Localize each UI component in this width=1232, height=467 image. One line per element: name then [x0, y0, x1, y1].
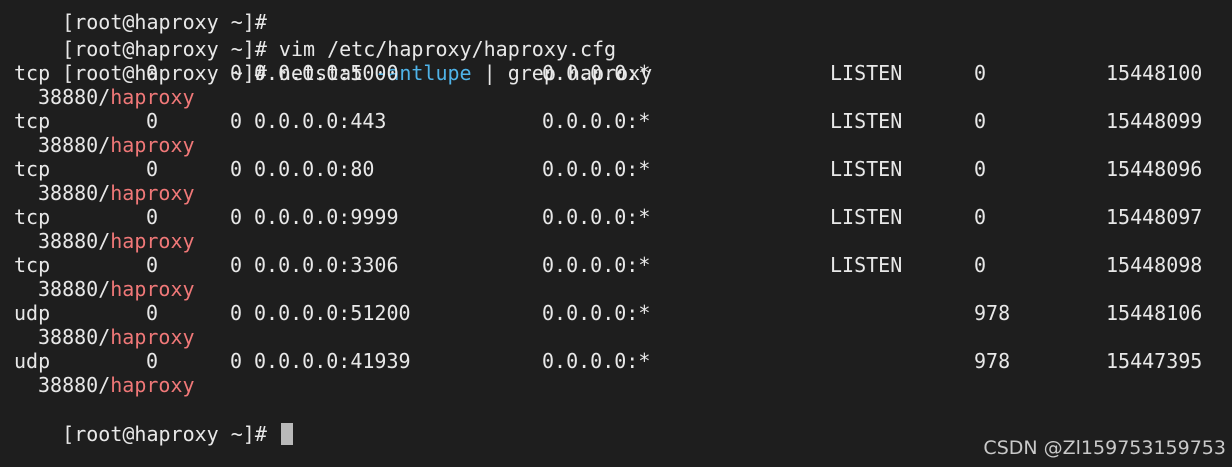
cell-local: 0.0.0.0:5000 [254, 61, 399, 85]
cell-sendq: 0 [230, 61, 243, 85]
cell-inode: 15447395 [1106, 349, 1203, 373]
cell-recvq: 0 [146, 61, 159, 85]
cell-user: 0 [974, 205, 987, 229]
command-line-vim: [root@haproxy ~]# vim /etc/haproxy/hapro… [14, 13, 616, 61]
prompt: [root@haproxy ~]# [62, 422, 267, 446]
netstat-row-pid: 38880/haproxy [38, 229, 195, 253]
cell-user: 0 [974, 157, 987, 181]
cell-recvq: 0 [146, 205, 159, 229]
cell-program: haproxy [110, 85, 195, 109]
cell-foreign: 0.0.0.0:* [542, 205, 651, 229]
cell-user: 978 [974, 349, 1011, 373]
cell-foreign: 0.0.0.0:* [542, 253, 651, 277]
cell-proto: udp [14, 349, 51, 373]
command-line-current[interactable]: [root@haproxy ~]# [14, 398, 293, 446]
cell-local: 0.0.0.0:3306 [254, 253, 399, 277]
cell-inode: 15448096 [1106, 157, 1203, 181]
netstat-row-pid: 38880/haproxy [38, 181, 195, 205]
watermark: CSDN @Zl159753159753 [983, 437, 1226, 459]
cell-inode: 15448106 [1106, 301, 1203, 325]
cell-inode: 15448099 [1106, 109, 1203, 133]
cell-sendq: 0 [230, 205, 243, 229]
cell-proto: tcp [14, 205, 51, 229]
cell-foreign: 0.0.0.0:* [542, 349, 651, 373]
cell-inode: 15448097 [1106, 205, 1203, 229]
cell-sendq: 0 [230, 157, 243, 181]
cell-recvq: 0 [146, 109, 159, 133]
cell-sendq: 0 [230, 349, 243, 373]
cell-user: 0 [974, 109, 987, 133]
cell-local: 0.0.0.0:51200 [254, 301, 411, 325]
cell-pid: 38880/ [38, 181, 111, 205]
cell-foreign: 0.0.0.0:* [542, 157, 651, 181]
cell-local: 0.0.0.0:443 [254, 109, 387, 133]
cell-recvq: 0 [146, 349, 159, 373]
cell-state: LISTEN [830, 253, 903, 277]
cell-state: LISTEN [830, 109, 903, 133]
cell-foreign: 0.0.0.0:* [542, 301, 651, 325]
text-cursor [280, 423, 293, 445]
netstat-row: tcp 0 0 0.0.0.0:3306 0.0.0.0:* LISTEN 0 1544809… [14, 253, 1232, 277]
cell-pid: 38880/ [38, 85, 111, 109]
cell-pid: 38880/ [38, 133, 111, 157]
cell-program: haproxy [110, 133, 195, 157]
netstat-row-pid: 38880/haproxy [38, 85, 195, 109]
cell-user: 0 [974, 253, 987, 277]
cell-program: haproxy [110, 181, 195, 205]
cell-program: haproxy [110, 373, 195, 397]
netstat-row-pid: 38880/haproxy [38, 373, 195, 397]
cell-program: haproxy [110, 325, 195, 349]
netstat-row: tcp 0 0 0.0.0.0:5000 0.0.0.0:* LISTEN 0 1544810… [14, 61, 1232, 85]
cell-program: haproxy [110, 277, 195, 301]
netstat-row-pid: 38880/haproxy [38, 325, 195, 349]
command-line-netstat: [root@haproxy ~]# netstat -antlupe | gre… [14, 37, 652, 85]
cell-state: LISTEN [830, 205, 903, 229]
cell-inode: 15448098 [1106, 253, 1203, 277]
netstat-row: tcp 0 0 0.0.0.0:80 0.0.0.0:* LISTEN 0 15448096 [14, 157, 1232, 181]
cell-pid: 38880/ [38, 229, 111, 253]
cell-proto: tcp [14, 157, 51, 181]
netstat-row: udp 0 0 0.0.0.0:51200 0.0.0.0:* 978 15448106 [14, 301, 1232, 325]
cell-sendq: 0 [230, 253, 243, 277]
cell-proto: tcp [14, 253, 51, 277]
netstat-row: udp 0 0 0.0.0.0:41939 0.0.0.0:* 978 15447395 [14, 349, 1232, 373]
cell-local: 0.0.0.0:80 [254, 157, 375, 181]
cell-program: haproxy [110, 229, 195, 253]
cell-pid: 38880/ [38, 373, 111, 397]
cell-pid: 38880/ [38, 277, 111, 301]
cell-pid: 38880/ [38, 325, 111, 349]
netstat-row: tcp 0 0 0.0.0.0:9999 0.0.0.0:* LISTEN 0 1544809… [14, 205, 1232, 229]
cell-state: LISTEN [830, 157, 903, 181]
cell-proto: tcp [14, 109, 51, 133]
cell-foreign: 0.0.0.0:* [542, 109, 651, 133]
terminal-window[interactable]: [root@haproxy ~]# [root@haproxy ~]# vim … [0, 0, 1232, 467]
cell-recvq: 0 [146, 157, 159, 181]
previous-prompt-line: [root@haproxy ~]# [14, 0, 267, 34]
cell-sendq: 0 [230, 301, 243, 325]
cell-proto: tcp [14, 61, 51, 85]
netstat-row-pid: 38880/haproxy [38, 133, 195, 157]
cell-proto: udp [14, 301, 51, 325]
cell-inode: 15448100 [1106, 61, 1203, 85]
cell-foreign: 0.0.0.0:* [542, 61, 651, 85]
netstat-row-pid: 38880/haproxy [38, 277, 195, 301]
netstat-row: tcp 0 0 0.0.0.0:443 0.0.0.0:* LISTEN 0 15448099 [14, 109, 1232, 133]
cell-state: LISTEN [830, 61, 903, 85]
cell-local: 0.0.0.0:9999 [254, 205, 399, 229]
cell-sendq: 0 [230, 109, 243, 133]
cell-user: 978 [974, 301, 1011, 325]
cell-user: 0 [974, 61, 987, 85]
cell-recvq: 0 [146, 253, 159, 277]
cell-recvq: 0 [146, 301, 159, 325]
cell-local: 0.0.0.0:41939 [254, 349, 411, 373]
